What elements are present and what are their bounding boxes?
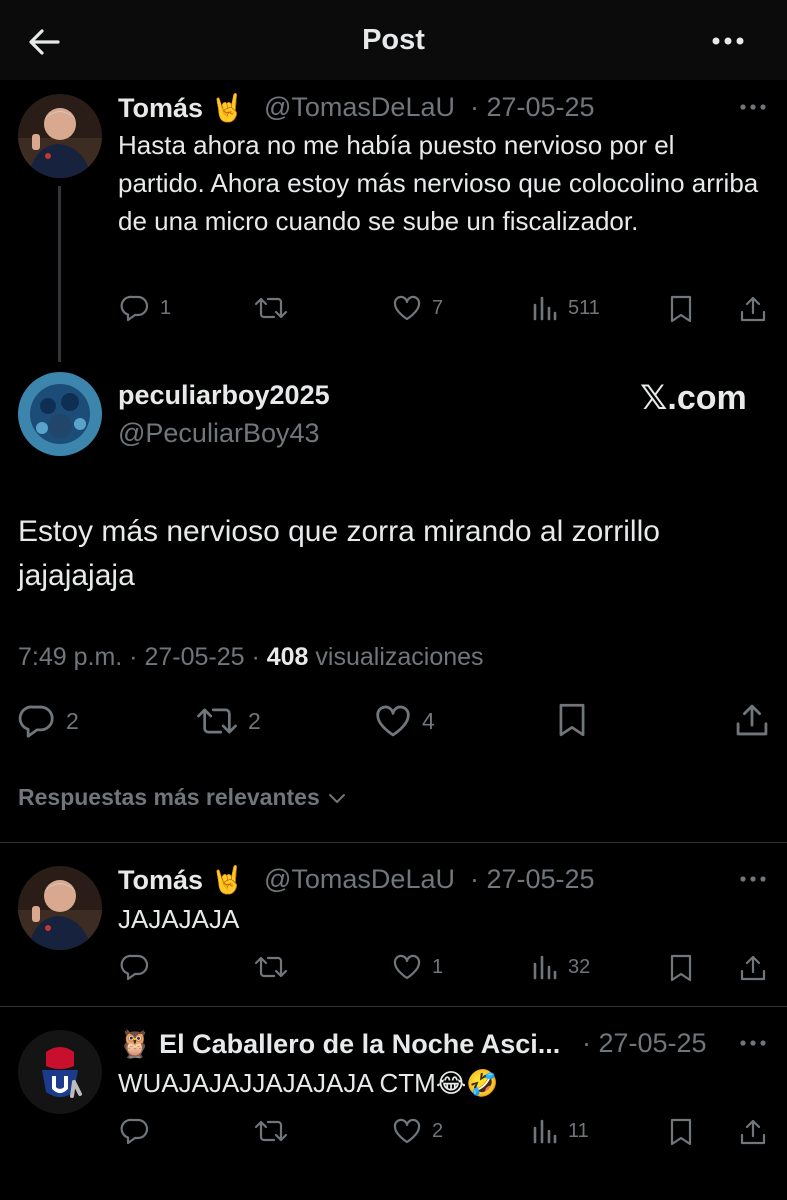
share-icon[interactable]: [733, 701, 771, 739]
divider: [0, 842, 787, 843]
thread-line: [58, 186, 61, 362]
post-time: 7:49 p.m. · 27-05-25 ·: [18, 643, 267, 671]
views-count: 511: [568, 296, 600, 319]
repost-button[interactable]: [254, 953, 288, 981]
post-options-icon[interactable]: [738, 1037, 768, 1049]
bookmark-icon[interactable]: [668, 1117, 694, 1147]
avatar[interactable]: [18, 94, 102, 178]
views-button[interactable]: 32: [532, 953, 590, 981]
post-options-icon[interactable]: [738, 873, 768, 885]
post-date: · 27-05-25: [582, 1028, 707, 1058]
reply-icon: [18, 703, 56, 739]
reply-icon: [120, 1117, 150, 1145]
reply-count: 1: [160, 296, 172, 319]
more-options-icon[interactable]: [708, 26, 748, 56]
repost-icon: [254, 953, 288, 981]
repost-button[interactable]: [254, 294, 288, 322]
reply-button[interactable]: 1: [120, 294, 171, 322]
post-text: WUAJAJAJJAJAJAJA CTM😂🤣: [118, 1068, 499, 1098]
avatar[interactable]: [18, 372, 102, 456]
reply-button[interactable]: [120, 953, 150, 981]
views-button[interactable]: 11: [532, 1117, 589, 1145]
share-icon[interactable]: [738, 1117, 768, 1147]
bookmark-icon[interactable]: [556, 701, 588, 739]
post-timestamp-row: 7:49 p.m. · 27-05-25 · 408 visualizacion…: [18, 643, 484, 672]
views-chart-icon: [532, 953, 558, 981]
like-button[interactable]: 1: [392, 953, 443, 981]
heart-icon: [392, 1117, 422, 1145]
share-icon[interactable]: [738, 294, 768, 324]
replies-sort-dropdown[interactable]: Respuestas más relevantes: [18, 784, 348, 811]
author-handle[interactable]: @TomasDeLaU: [264, 864, 455, 895]
author-name[interactable]: Tomás 🤘: [118, 864, 244, 896]
author-name[interactable]: Tomás 🤘: [118, 92, 244, 124]
views-chart-icon: [532, 294, 558, 322]
reply-count: 2: [66, 707, 79, 734]
post-text: Estoy más nervioso que zorra mirando al …: [18, 515, 660, 592]
like-button[interactable]: 4: [374, 703, 435, 739]
back-arrow-icon[interactable]: [24, 22, 64, 62]
sort-label: Respuestas más relevantes: [18, 784, 320, 810]
author-handle[interactable]: @TomasDeLaU: [264, 92, 455, 123]
chevron-down-icon: [326, 787, 348, 809]
heart-icon: [392, 294, 422, 322]
avatar[interactable]: [18, 1030, 102, 1114]
like-button[interactable]: 2: [392, 1117, 443, 1145]
heart-icon: [374, 703, 412, 739]
views-count: 408: [266, 643, 309, 671]
post-options-icon[interactable]: [738, 101, 768, 113]
reply-icon: [120, 294, 150, 322]
repost-button[interactable]: [254, 1117, 288, 1145]
views-chart-icon: [532, 1117, 558, 1145]
author-name[interactable]: 🦉 El Caballero de la Noche Asci...: [118, 1028, 560, 1060]
reply-button[interactable]: 2: [18, 703, 79, 739]
repost-count: 2: [248, 707, 261, 734]
like-button[interactable]: 7: [392, 294, 443, 322]
x-watermark: 𝕏.com: [640, 379, 747, 417]
avatar[interactable]: [18, 866, 102, 950]
author-handle[interactable]: @PeculiarBoy43: [118, 418, 320, 449]
views-button[interactable]: 511: [532, 294, 600, 322]
views-count: 32: [568, 955, 591, 978]
like-count: 2: [432, 1119, 444, 1142]
reply-button[interactable]: [120, 1117, 150, 1145]
top-bar: [0, 0, 787, 80]
heart-icon: [392, 953, 422, 981]
bookmark-icon[interactable]: [668, 294, 694, 324]
bookmark-icon[interactable]: [668, 953, 694, 983]
divider: [0, 1006, 787, 1007]
like-count: 4: [422, 707, 435, 734]
post-text: JAJAJAJA: [118, 904, 240, 934]
repost-button[interactable]: 2: [196, 703, 261, 739]
reply-icon: [120, 953, 150, 981]
post-text: Hasta ahora no me había puesto nervioso …: [118, 130, 759, 236]
like-count: 1: [432, 955, 444, 978]
like-count: 7: [432, 296, 444, 319]
views-count: 11: [568, 1119, 589, 1142]
post-date: · 27-05-25: [470, 864, 595, 894]
author-name[interactable]: peculiarboy2025: [118, 380, 330, 411]
post-date: · 27-05-25: [470, 92, 595, 122]
repost-icon: [254, 1117, 288, 1145]
repost-icon: [196, 703, 238, 739]
repost-icon: [254, 294, 288, 322]
share-icon[interactable]: [738, 953, 768, 983]
views-label: visualizaciones: [308, 643, 484, 671]
